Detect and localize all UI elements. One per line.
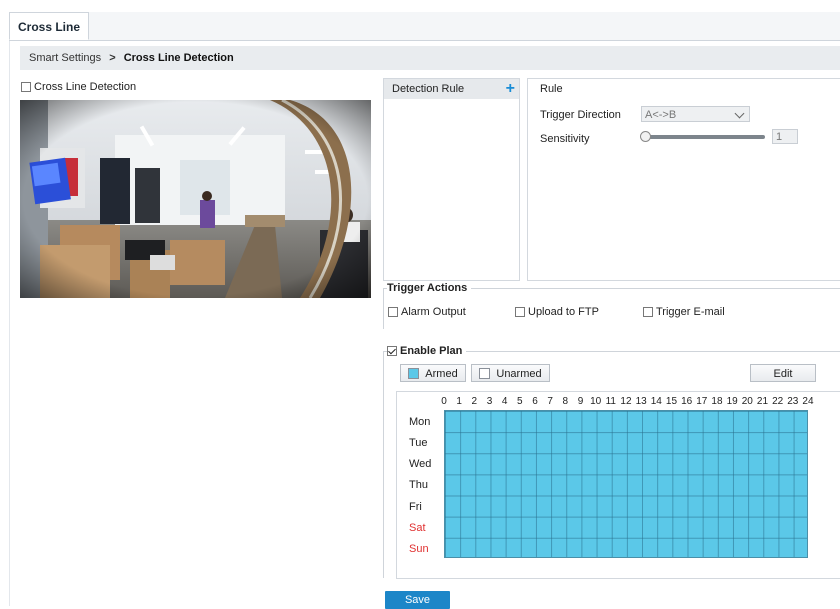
hour-label: 13 [635,396,647,407]
hour-label: 11 [605,396,616,407]
day-label: Sun [409,542,429,555]
hour-label: 16 [681,396,693,407]
hour-label: 20 [741,396,753,407]
hour-label: 14 [650,396,662,407]
armed-swatch [408,368,420,379]
hour-label: 12 [620,396,632,407]
breadcrumb-parent[interactable]: Smart Settings [29,52,101,64]
detection-rule-label: Detection Rule [392,83,465,95]
hour-label: 19 [726,396,738,407]
rule-title: Rule [540,83,563,95]
hour-label: 18 [711,396,723,407]
armed-label: Armed [425,368,458,380]
hour-label: 7 [547,396,553,407]
unarmed-label: Unarmed [496,368,542,380]
upload-to-ftp-option[interactable]: Upload to FTP [515,306,599,318]
trigger-email-option[interactable]: Trigger E-mail [643,306,725,318]
unarmed-button[interactable]: Unarmed [471,364,550,382]
breadcrumb: Smart Settings > Cross Line Detection [20,46,840,70]
hour-label: 5 [517,396,523,407]
alarm-output-label: Alarm Output [401,306,466,318]
hour-label: 23 [787,396,799,407]
camera-scene-image [20,100,371,298]
hour-label: 8 [562,396,569,407]
day-label: Tue [409,437,428,450]
day-label: Thu [409,479,428,492]
video-preview[interactable] [20,100,371,298]
enable-plan-group: Enable Plan Armed Unarmed Edit 012345678… [383,345,840,579]
enable-plan-checkbox[interactable] [387,346,397,356]
hour-label: 4 [501,396,508,407]
alarm-output-option[interactable]: Alarm Output [388,306,466,318]
detection-rule-list: Detection Rule + [383,78,520,281]
hour-label: 6 [532,396,538,407]
trigger-direction-label: Trigger Direction [540,109,621,121]
trigger-email-checkbox[interactable] [643,307,653,317]
day-label: Wed [409,458,432,471]
armed-button[interactable]: Armed [400,364,466,382]
trigger-email-label: Trigger E-mail [656,306,725,318]
hour-label: 22 [772,396,784,407]
hour-label: 3 [486,396,493,407]
alarm-output-checkbox[interactable] [388,307,398,317]
sensitivity-value-input[interactable]: 1 [772,129,798,144]
schedule-table: 0 1 2 3 4 5 6 7 8 9 10 11 12 13 14 15 16 17 18 19 20 21 22 23 24… [396,391,840,579]
trigger-actions-legend: Trigger Actions [387,282,472,294]
sensitivity-slider-handle[interactable] [640,131,651,142]
breadcrumb-separator: > [109,52,116,64]
schedule-grid[interactable] [444,410,808,558]
hour-label: 0 [441,396,447,407]
cross-line-detection-checkbox[interactable] [21,82,31,92]
tab-bar: Cross Line [9,12,840,41]
edit-button[interactable]: Edit [750,364,816,382]
hour-axis: 0 1 2 3 4 5 6 7 8 9 10 11 12 13 14 15 16 17 18 19 20 21 22 23 24 [441,396,813,408]
hour-label: 2 [471,396,478,407]
tab-cross-line[interactable]: Cross Line [9,12,89,40]
upload-to-ftp-checkbox[interactable] [515,307,525,317]
cross-line-detection-label: Cross Line Detection [34,81,137,93]
upload-to-ftp-label: Upload to FTP [528,306,599,318]
rule-panel: Rule Trigger Direction A<->B Sensitivity… [527,78,840,281]
trigger-direction-value: A<->B [645,109,677,121]
hour-label: 9 [577,396,584,407]
enable-plan-label: Enable Plan [400,345,463,357]
sensitivity-label: Sensitivity [540,133,590,145]
hour-label: 17 [696,396,708,407]
hour-label: 1 [456,396,462,407]
trigger-actions-group: Trigger Actions Alarm Output Upload to F… [383,282,840,329]
enable-plan-toggle[interactable]: Enable Plan [387,345,467,357]
sensitivity-slider[interactable] [645,135,765,139]
day-label: Mon [409,416,431,428]
add-icon[interactable]: + [506,79,515,99]
hour-label: 24 [802,396,814,407]
cross-line-detection-toggle[interactable]: Cross Line Detection [21,81,136,93]
hour-label: 10 [590,396,602,407]
content-area: Smart Settings > Cross Line Detection Cr… [9,41,840,609]
trigger-direction-select[interactable]: A<->B [641,106,750,122]
hour-label: 15 [665,396,678,407]
detection-rule-header: Detection Rule + [384,79,519,99]
unarmed-swatch [479,368,491,379]
hour-label: 21 [756,396,769,407]
day-label: Fri [409,500,422,513]
breadcrumb-current: Cross Line Detection [123,52,234,64]
chevron-down-icon [734,108,745,119]
save-button[interactable]: Save [385,591,450,609]
day-label: Sat [409,521,426,534]
